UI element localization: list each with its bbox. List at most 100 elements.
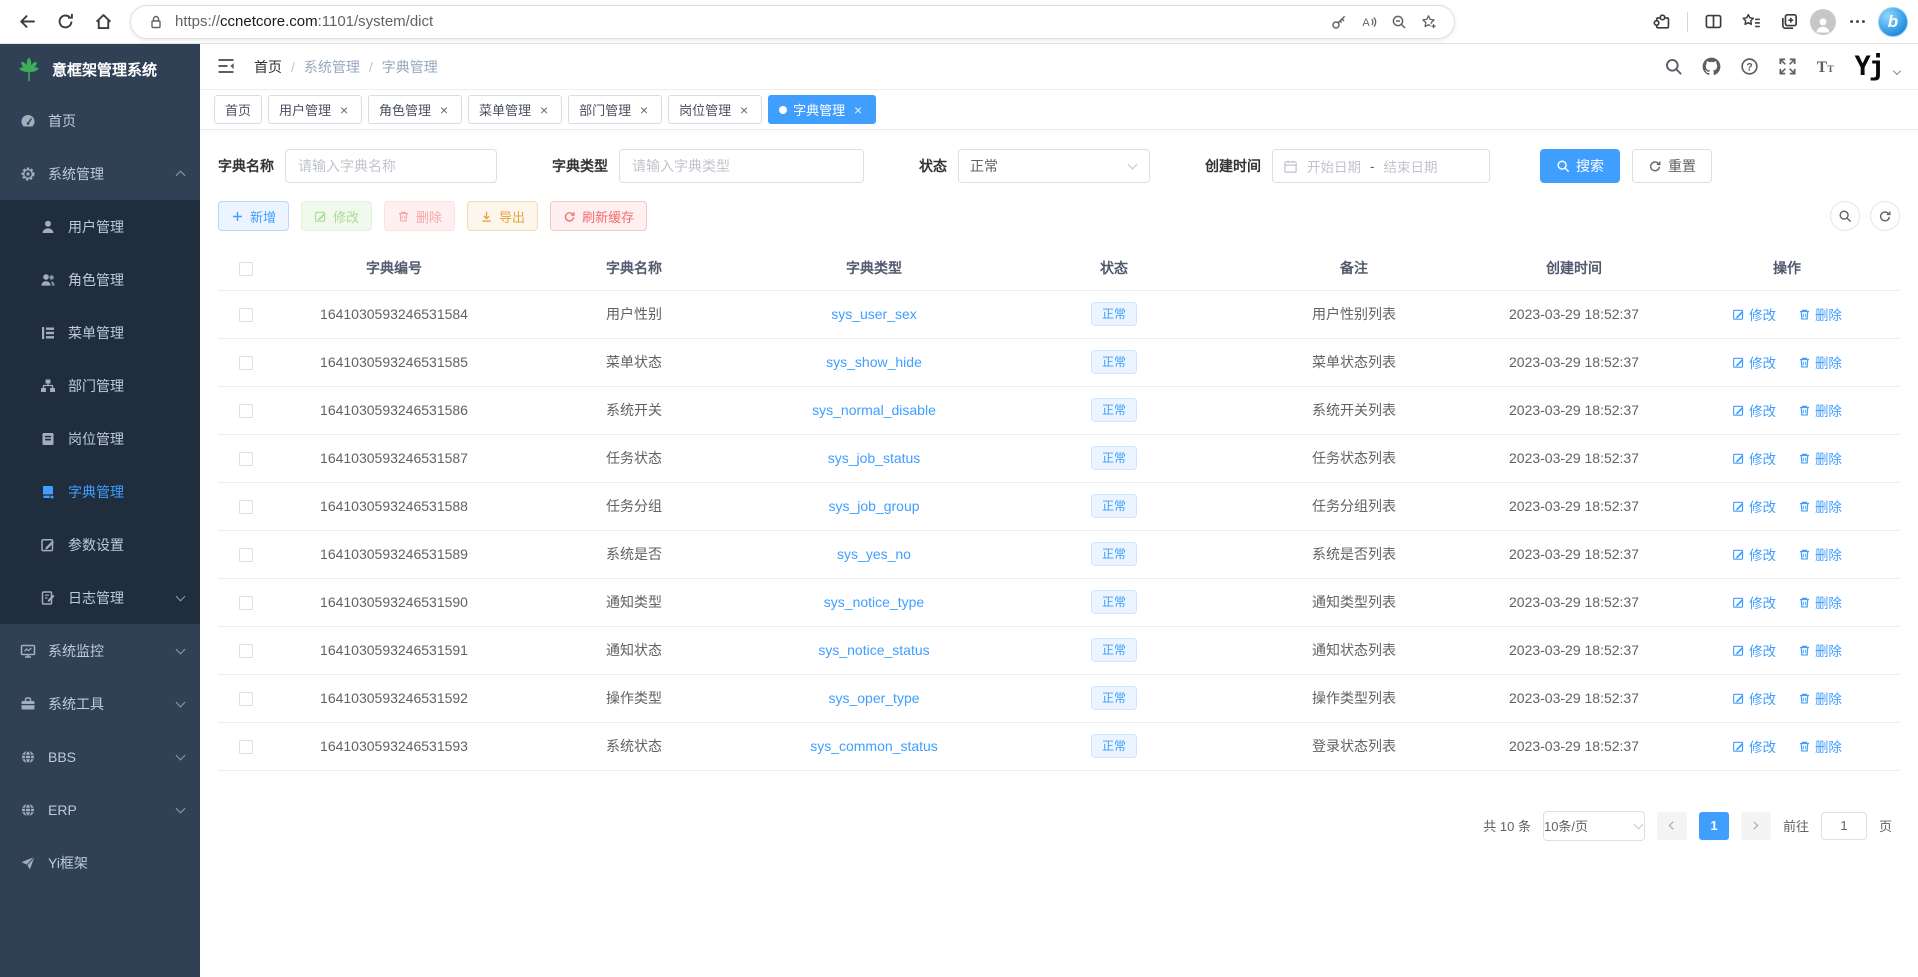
tab-dept[interactable]: 部门管理 ×	[568, 95, 662, 124]
copilot-icon[interactable]: b	[1878, 7, 1908, 37]
row-checkbox[interactable]	[239, 596, 253, 610]
tab-close-icon[interactable]: ×	[637, 103, 651, 117]
tab-close-icon[interactable]: ×	[851, 103, 865, 117]
row-delete-link[interactable]: 删除	[1798, 688, 1842, 708]
sidebar-item-menu[interactable]: 菜单管理	[0, 306, 200, 359]
dict-type-link[interactable]: sys_user_sex	[831, 306, 917, 322]
browser-refresh-icon[interactable]	[48, 5, 82, 39]
dict-type-link[interactable]: sys_show_hide	[826, 354, 922, 370]
tab-post[interactable]: 岗位管理 ×	[668, 95, 762, 124]
fullscreen-icon[interactable]	[1778, 57, 1797, 76]
browser-home-icon[interactable]	[86, 5, 120, 39]
row-edit-link[interactable]: 修改	[1732, 688, 1776, 708]
sidebar-item-yi[interactable]: Yi框架	[0, 836, 200, 889]
font-size-icon[interactable]: TT	[1816, 57, 1835, 76]
row-checkbox[interactable]	[239, 308, 253, 322]
row-edit-link[interactable]: 修改	[1732, 544, 1776, 564]
refresh-cache-button[interactable]: 刷新缓存	[550, 201, 647, 231]
next-page-button[interactable]	[1741, 812, 1771, 840]
browser-more-icon[interactable]	[1840, 5, 1874, 39]
user-avatar[interactable]: Yj	[1854, 53, 1883, 80]
sidebar-item-post[interactable]: 岗位管理	[0, 412, 200, 465]
sidebar-item-monitor[interactable]: 系统监控	[0, 624, 200, 677]
row-checkbox[interactable]	[239, 644, 253, 658]
export-button[interactable]: 导出	[467, 201, 538, 231]
reset-button[interactable]: 重置	[1632, 149, 1712, 183]
tab-groups-icon[interactable]	[1772, 5, 1806, 39]
dict-name-input[interactable]	[285, 149, 497, 183]
tab-close-icon[interactable]: ×	[337, 103, 351, 117]
delete-button[interactable]: 删除	[384, 201, 455, 231]
row-edit-link[interactable]: 修改	[1732, 400, 1776, 420]
dict-type-link[interactable]: sys_job_status	[828, 450, 921, 466]
current-page-button[interactable]: 1	[1699, 812, 1729, 840]
dict-type-link[interactable]: sys_normal_disable	[812, 402, 936, 418]
tab-close-icon[interactable]: ×	[737, 103, 751, 117]
row-edit-link[interactable]: 修改	[1732, 448, 1776, 468]
row-delete-link[interactable]: 删除	[1798, 544, 1842, 564]
row-edit-link[interactable]: 修改	[1732, 592, 1776, 612]
sidebar-item-home[interactable]: 首页	[0, 94, 200, 147]
prev-page-button[interactable]	[1657, 812, 1687, 840]
dict-type-link[interactable]: sys_common_status	[810, 738, 938, 754]
tab-close-icon[interactable]: ×	[437, 103, 451, 117]
tab-user[interactable]: 用户管理 ×	[268, 95, 362, 124]
page-size-select[interactable]: 10条/页	[1543, 811, 1645, 841]
row-edit-link[interactable]: 修改	[1732, 736, 1776, 756]
sidebar-item-erp[interactable]: ERP	[0, 783, 200, 836]
sidebar-item-dept[interactable]: 部门管理	[0, 359, 200, 412]
collections-icon[interactable]	[1734, 5, 1768, 39]
tab-home[interactable]: 首页	[214, 95, 262, 124]
search-button[interactable]: 搜索	[1540, 149, 1620, 183]
sidebar-item-log[interactable]: 日志管理	[0, 571, 200, 624]
sidebar-item-config[interactable]: 参数设置	[0, 518, 200, 571]
avatar-chevron-down-icon[interactable]	[1894, 68, 1902, 76]
tab-role[interactable]: 角色管理 ×	[368, 95, 462, 124]
url-text[interactable]: https://ccnetcore.com:1101/system/dict	[175, 13, 433, 30]
goto-page-input[interactable]	[1821, 812, 1867, 840]
sidebar-item-tools[interactable]: 系统工具	[0, 677, 200, 730]
row-edit-link[interactable]: 修改	[1732, 352, 1776, 372]
breadcrumb-item-home[interactable]: 首页	[254, 57, 282, 77]
dict-type-input[interactable]	[619, 149, 864, 183]
read-aloud-icon[interactable]: A	[1358, 11, 1380, 33]
dict-type-link[interactable]: sys_notice_status	[818, 642, 929, 658]
row-checkbox[interactable]	[239, 452, 253, 466]
tab-dict[interactable]: 字典管理 ×	[768, 95, 876, 124]
sidebar-item-user[interactable]: 用户管理	[0, 200, 200, 253]
browser-back-icon[interactable]	[10, 5, 44, 39]
password-key-icon[interactable]	[1328, 11, 1350, 33]
row-delete-link[interactable]: 删除	[1798, 496, 1842, 516]
add-button[interactable]: 新增	[218, 201, 289, 231]
row-delete-link[interactable]: 删除	[1798, 400, 1842, 420]
row-checkbox[interactable]	[239, 404, 253, 418]
zoom-out-icon[interactable]	[1388, 11, 1410, 33]
row-delete-link[interactable]: 删除	[1798, 352, 1842, 372]
row-checkbox[interactable]	[239, 500, 253, 514]
row-checkbox[interactable]	[239, 740, 253, 754]
sidebar-item-role[interactable]: 角色管理	[0, 253, 200, 306]
extensions-icon[interactable]	[1645, 5, 1679, 39]
dict-type-link[interactable]: sys_oper_type	[828, 690, 919, 706]
row-edit-link[interactable]: 修改	[1732, 304, 1776, 324]
row-delete-link[interactable]: 删除	[1798, 592, 1842, 612]
refresh-table-button[interactable]	[1870, 201, 1900, 231]
row-delete-link[interactable]: 删除	[1798, 640, 1842, 660]
dict-type-link[interactable]: sys_job_group	[828, 498, 919, 514]
select-all-checkbox[interactable]	[239, 262, 253, 276]
row-delete-link[interactable]: 删除	[1798, 736, 1842, 756]
dict-type-link[interactable]: sys_notice_type	[824, 594, 924, 610]
dict-type-link[interactable]: sys_yes_no	[837, 546, 911, 562]
row-checkbox[interactable]	[239, 356, 253, 370]
edit-button[interactable]: 修改	[301, 201, 372, 231]
add-favorite-icon[interactable]	[1418, 11, 1440, 33]
sidebar-item-dict[interactable]: 字典管理	[0, 465, 200, 518]
row-checkbox[interactable]	[239, 548, 253, 562]
row-delete-link[interactable]: 删除	[1798, 304, 1842, 324]
help-icon[interactable]: ?	[1740, 57, 1759, 76]
sidebar-item-bbs[interactable]: BBS	[0, 730, 200, 783]
tab-menu[interactable]: 菜单管理 ×	[468, 95, 562, 124]
breadcrumb-item-dict[interactable]: 字典管理	[360, 57, 438, 77]
search-icon[interactable]	[1664, 57, 1683, 76]
breadcrumb-item-system[interactable]: 系统管理	[282, 57, 360, 77]
